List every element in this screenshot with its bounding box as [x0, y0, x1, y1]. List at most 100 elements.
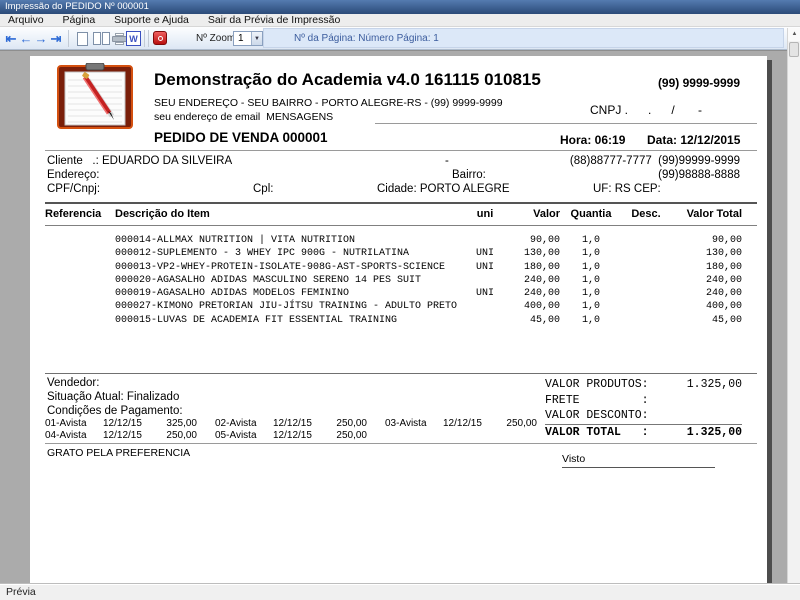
toolbar-separator: [144, 30, 145, 47]
preview-area: Demonstração do Academia v4.0 161115 010…: [0, 50, 800, 583]
col-valor: Valor: [533, 208, 560, 220]
payment-date: 12/12/15: [273, 418, 312, 429]
payment-value: 250,00: [166, 430, 197, 441]
menu-arquivo[interactable]: Arquivo: [0, 14, 52, 27]
toolbar: ⇤ ← → ⇥ W Nº Zoom 1 ▼ Nº da Página: Núme…: [0, 27, 800, 50]
item-valor: 130,00: [523, 248, 560, 260]
company-address: SEU ENDEREÇO - SEU BAIRRO - PORTO ALEGRE…: [154, 97, 503, 109]
divider: [45, 202, 757, 204]
payment-name: 03-Avista: [385, 418, 427, 429]
power-icon: [157, 35, 163, 41]
item-quantia: 1,0: [581, 314, 600, 326]
visto-signature-line: Visto: [562, 453, 715, 468]
export-word-button[interactable]: W: [126, 31, 141, 46]
payment-entry: 03-Avista 12/12/15 250,00: [385, 418, 537, 429]
col-referencia: Referencia: [45, 208, 102, 220]
item-quantia: 1,0: [581, 301, 600, 313]
item-total: 45,00: [711, 314, 742, 326]
next-page-button[interactable]: →: [34, 30, 48, 47]
item-valor: 180,00: [523, 261, 560, 273]
status-bar: Prévia: [0, 583, 800, 600]
frete-row: FRETE :: [545, 393, 742, 409]
client-dash: -: [445, 155, 449, 167]
menu-suporte-e-ajuda[interactable]: Suporte e Ajuda: [106, 14, 197, 27]
total-produtos-row: VALOR PRODUTOS: 1.325,00: [545, 377, 742, 393]
item-desc: 000020-AGASALHO ADIDAS MASCULINO SERENO …: [115, 274, 422, 286]
payment-date: 12/12/15: [443, 418, 482, 429]
scroll-up-icon[interactable]: ▲: [788, 28, 800, 41]
status-text: Prévia: [6, 586, 36, 598]
vertical-scrollbar[interactable]: ▲: [787, 28, 800, 583]
item-quantia: 1,0: [581, 235, 600, 246]
item-valor: 45,00: [529, 314, 560, 326]
table-row: 000027-KIMONO PRETORIAN JIU-JÍTSU TRAINI…: [45, 300, 757, 313]
first-page-button[interactable]: ⇤: [4, 30, 18, 47]
menu-sair-da-previa[interactable]: Sair da Prévia de Impressão: [200, 14, 348, 27]
menu-bar: Arquivo Página Suporte e Ajuda Sair da P…: [0, 14, 800, 27]
previous-page-button[interactable]: ←: [19, 30, 33, 47]
item-desconto: [622, 314, 670, 327]
col-desc: Desc.: [631, 208, 661, 220]
company-logo: [57, 63, 133, 129]
desconto-row: VALOR DESCONTO:: [545, 408, 742, 424]
two-page-view-button[interactable]: [91, 30, 111, 47]
single-page-icon: [76, 31, 88, 46]
payment-entry: 01-Avista 12/12/15 325,00: [45, 418, 197, 429]
last-page-button[interactable]: ⇥: [49, 30, 63, 47]
payment-entry: 02-Avista 12/12/15 250,00: [215, 418, 367, 429]
document-page: Demonstração do Academia v4.0 161115 010…: [30, 56, 767, 583]
items-table-header: Referencia Descrição do Item uni Valor Q…: [45, 208, 757, 220]
item-quantia: 1,0: [581, 261, 600, 273]
item-quantia: 1,0: [581, 274, 600, 286]
table-row: 000012-SUPLEMENTO - 3 WHEY IPC 900G - NU…: [45, 247, 757, 260]
close-preview-button[interactable]: [153, 31, 167, 45]
divider: [45, 225, 757, 226]
payment-value: 250,00: [336, 418, 367, 429]
divider: [45, 150, 757, 151]
divider: [45, 443, 757, 444]
payment-name: 02-Avista: [215, 418, 257, 429]
item-total: 180,00: [705, 261, 742, 273]
item-uni: UNI: [475, 288, 494, 300]
item-uni: [465, 314, 505, 327]
client-endereco-label: Endereço:: [47, 169, 100, 181]
window-title: Impressão do PEDIDO Nº 000001: [5, 1, 149, 12]
payment-value: 250,00: [336, 430, 367, 441]
item-desc: 000013-VP2-WHEY-PROTEIN-ISOLATE-908G-AST…: [115, 261, 446, 273]
item-quantia: 1,0: [581, 288, 600, 300]
menu-pagina[interactable]: Página: [55, 14, 104, 27]
client-cidade: Cidade: PORTO ALEGRE: [377, 183, 510, 195]
item-valor: 240,00: [523, 288, 560, 300]
item-desconto: [622, 247, 670, 260]
item-total: 240,00: [705, 288, 742, 300]
item-valor: 90,00: [529, 235, 560, 246]
client-name-line: Cliente .: EDUARDO DA SILVEIRA: [47, 155, 233, 167]
client-cpl-label: Cpl:: [253, 183, 274, 195]
item-desc: 000027-KIMONO PRETORIAN JIU-JÍTSU TRAINI…: [115, 301, 458, 313]
payment-value: 325,00: [166, 418, 197, 429]
two-page-icon: [101, 32, 110, 45]
item-total: 400,00: [705, 301, 742, 313]
zoom-select[interactable]: 1 ▼: [233, 31, 263, 46]
two-page-icon: [92, 32, 101, 45]
item-valor: 400,00: [523, 301, 560, 313]
chevron-down-icon: ▼: [251, 32, 262, 45]
single-page-view-button[interactable]: [74, 30, 90, 47]
col-valor-total: Valor Total: [686, 208, 742, 220]
item-desc: 000019-AGASALHO ADIDAS MODELOS FEMININO: [115, 288, 350, 300]
item-total: 130,00: [705, 248, 742, 260]
scrollbar-thumb[interactable]: [789, 42, 799, 57]
item-desconto: [622, 300, 670, 313]
payment-value: 250,00: [506, 418, 537, 429]
totals-block: VALOR PRODUTOS: 1.325,00 FRETE : VALOR D…: [545, 377, 742, 439]
item-valor: 240,00: [523, 274, 560, 286]
item-uni: [465, 300, 505, 313]
order-time: Hora: 06:19: [560, 133, 626, 147]
table-row: 000019-AGASALHO ADIDAS MODELOS FEMININO U…: [45, 287, 757, 300]
order-date: Data: 12/12/2015: [647, 133, 741, 147]
toolbar-separator: [148, 30, 149, 47]
items-table-body: 000014-ALLMAX NUTRITION | VITA NUTRITION…: [45, 234, 757, 327]
col-quantia: Quantia: [570, 208, 612, 220]
zoom-value: 1: [238, 33, 244, 44]
item-desc: 000014-ALLMAX NUTRITION | VITA NUTRITION: [115, 235, 356, 246]
